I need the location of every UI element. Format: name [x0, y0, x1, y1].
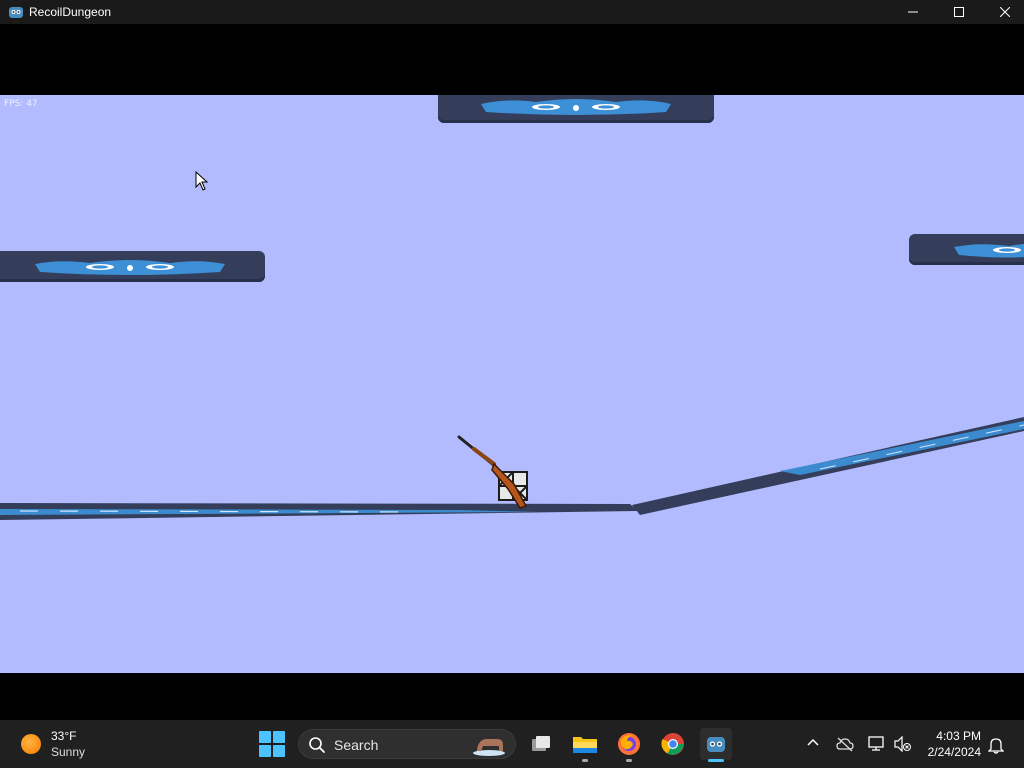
- godot-logo-texture: [481, 99, 671, 115]
- folder-icon: [573, 737, 597, 753]
- close-button[interactable]: [982, 0, 1024, 24]
- start-button[interactable]: [258, 730, 286, 758]
- mouse-cursor-icon: [195, 171, 209, 191]
- fps-counter: FPS: 47: [4, 99, 38, 109]
- clock-date[interactable]: 2/24/2024: [928, 745, 981, 759]
- taskbar-app-chrome[interactable]: [657, 728, 689, 760]
- close-icon: [1000, 7, 1010, 17]
- firefox-icon: [618, 733, 640, 755]
- chevron-up-icon[interactable]: [806, 736, 820, 750]
- windows-logo-tile: [259, 731, 271, 743]
- search-icon: [309, 737, 325, 753]
- bell-icon[interactable]: [988, 736, 1004, 754]
- sun-icon[interactable]: [21, 734, 41, 754]
- taskbar-app-file-explorer[interactable]: [569, 728, 601, 762]
- network-icon[interactable]: [868, 736, 886, 752]
- minimize-button[interactable]: [890, 0, 936, 24]
- windows-logo-tile: [259, 745, 271, 757]
- cloud-off-icon[interactable]: [836, 736, 854, 752]
- weather-condition[interactable]: Sunny: [51, 745, 85, 759]
- letterbox-top: [0, 24, 1024, 95]
- volume-muted-icon[interactable]: [894, 736, 912, 752]
- windows-logo-tile: [273, 745, 285, 757]
- search-label: Search: [334, 737, 379, 753]
- game-viewport[interactable]: FPS: 47: [0, 95, 1024, 673]
- maximize-icon: [954, 7, 964, 17]
- taskbar-app-godot[interactable]: [700, 728, 732, 762]
- window-title: RecoilDungeon: [29, 5, 112, 19]
- chrome-icon: [661, 733, 684, 755]
- player-character: [457, 435, 528, 509]
- minimize-icon: [908, 11, 918, 13]
- taskbar-app-task-view[interactable]: [525, 728, 557, 760]
- godot-icon: [707, 737, 725, 752]
- platform-right: [909, 234, 1024, 265]
- taskbar-app-firefox[interactable]: [613, 728, 645, 762]
- task-view-icon: [532, 736, 550, 751]
- active-indicator: [708, 759, 724, 762]
- clock-time[interactable]: 4:03 PM: [936, 729, 981, 743]
- letterbox-bottom: [0, 673, 1024, 720]
- windows-logo-tile: [273, 731, 285, 743]
- godot-app-icon: [9, 7, 23, 18]
- running-indicator: [582, 759, 588, 762]
- platform-top: [438, 95, 714, 123]
- maximize-button[interactable]: [936, 0, 982, 24]
- taskbar-search[interactable]: Search: [298, 729, 516, 759]
- weather-temperature[interactable]: 33°F: [51, 729, 76, 743]
- running-indicator: [626, 759, 632, 762]
- godot-logo-texture: [954, 243, 1024, 258]
- godot-logo-texture: [34, 259, 225, 275]
- search-highlight-image: [473, 739, 505, 756]
- window-titlebar[interactable]: RecoilDungeon: [0, 0, 1024, 24]
- platform-left: [0, 251, 265, 282]
